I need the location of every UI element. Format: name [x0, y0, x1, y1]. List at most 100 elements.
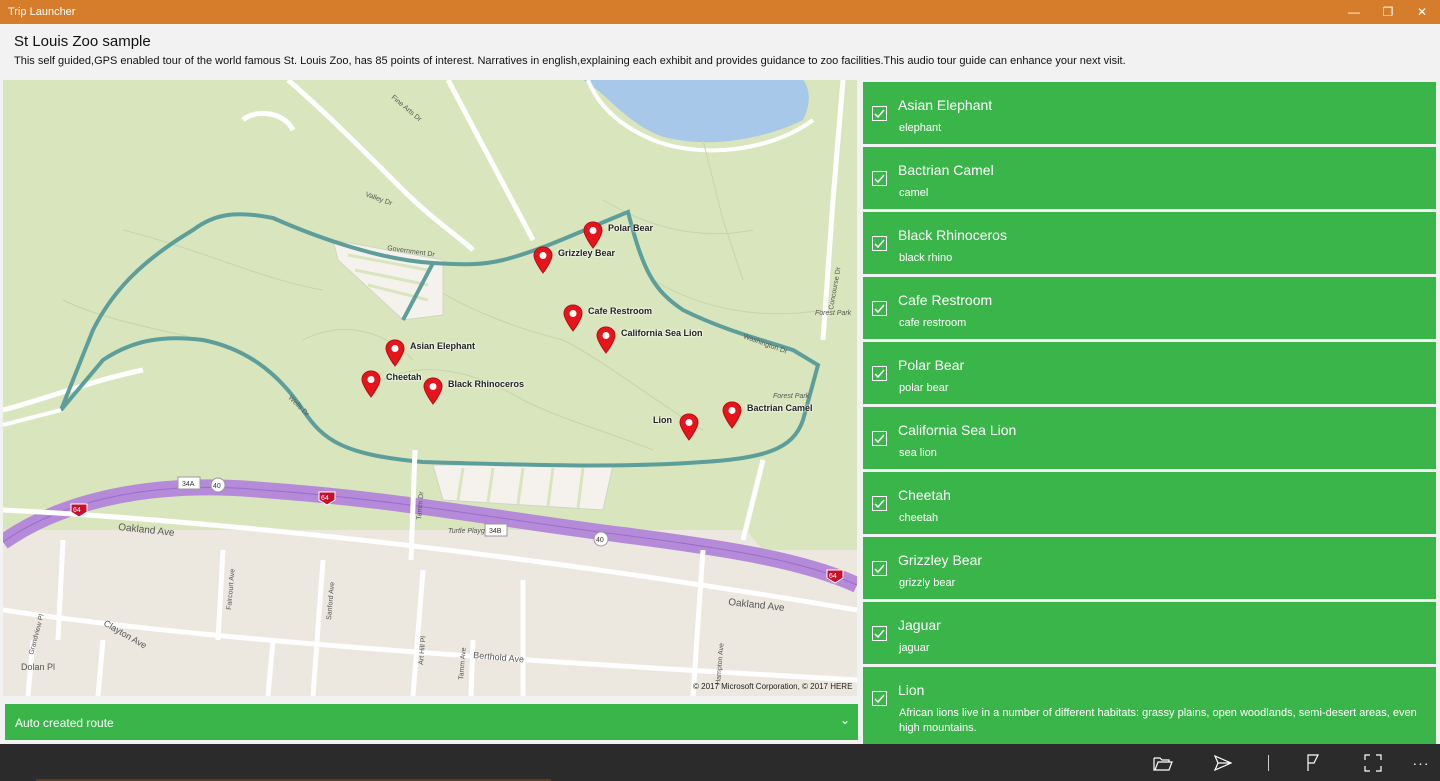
checkmark-icon [874, 499, 885, 509]
list-item[interactable]: Cheetah cheetah [863, 472, 1436, 534]
checkbox[interactable] [872, 691, 887, 706]
svg-text:64: 64 [829, 573, 837, 580]
item-title: California Sea Lion [898, 422, 1017, 438]
svg-text:34A: 34A [182, 481, 195, 488]
list-item[interactable]: Asian Elephant elephant [863, 82, 1436, 144]
list-item[interactable]: California Sea Lion sea lion [863, 407, 1436, 469]
list-item[interactable]: Polar Bear polar bear [863, 342, 1436, 404]
map-pin[interactable] [722, 401, 742, 429]
checkbox[interactable] [872, 366, 887, 381]
map-pin[interactable] [361, 370, 381, 398]
map-pin-icon [361, 370, 381, 398]
map-pin[interactable] [385, 339, 405, 367]
label-forest-park-1: Forest Park [815, 310, 852, 317]
map-pin-label: California Sea Lion [621, 328, 703, 338]
page-header: St Louis Zoo sample This self guided,GPS… [0, 24, 1440, 80]
item-subtitle: camel [899, 187, 929, 199]
item-subtitle: cheetah [899, 512, 939, 524]
list-item[interactable]: Bactrian Camel camel [863, 147, 1436, 209]
svg-text:40: 40 [213, 483, 221, 490]
map-pin-icon [385, 339, 405, 367]
checkbox[interactable] [872, 171, 887, 186]
fullscreen-button[interactable] [1362, 752, 1384, 774]
item-subtitle: grizzly bear [899, 577, 956, 589]
map-pin-icon [583, 221, 603, 249]
map-view[interactable]: Oakland Ave Oakland Ave Clayton Ave Dola… [3, 80, 857, 696]
item-title: Cheetah [898, 487, 951, 503]
more-icon[interactable]: ··· [1410, 752, 1432, 774]
map-pin-icon [533, 246, 553, 274]
item-title: Asian Elephant [898, 97, 993, 113]
map-pin[interactable] [423, 377, 443, 405]
checkbox[interactable] [872, 236, 887, 251]
open-folder-button[interactable] [1152, 752, 1174, 774]
list-item[interactable]: Cafe Restroom cafe restroom [863, 277, 1436, 339]
item-title: Black Rhinoceros [898, 227, 1007, 243]
item-subtitle: black rhino [899, 252, 953, 264]
checkmark-icon [874, 564, 885, 574]
map-pin[interactable] [679, 413, 699, 441]
checkbox[interactable] [872, 301, 887, 316]
map-pin[interactable] [563, 304, 583, 332]
item-subtitle: sea lion [899, 447, 937, 459]
map-pin-label: Grizzley Bear [558, 248, 616, 258]
map-pin-label: Lion [653, 415, 672, 425]
item-title: Bactrian Camel [898, 162, 994, 178]
poi-list[interactable]: Asian Elephant elephant Bactrian Camel c… [863, 80, 1436, 744]
list-item[interactable]: Lion African lions live in a number of d… [863, 667, 1436, 744]
svg-text:64: 64 [73, 507, 81, 514]
item-subtitle: cafe restroom [899, 317, 967, 329]
checkbox[interactable] [872, 106, 887, 121]
checkmark-icon [874, 304, 885, 314]
item-title: Grizzley Bear [898, 552, 983, 568]
checkbox[interactable] [872, 431, 887, 446]
map-pin-icon [596, 326, 616, 354]
window-title: Trip Launcher [8, 6, 76, 18]
checkmark-icon [874, 629, 885, 639]
svg-text:64: 64 [321, 495, 329, 502]
list-item[interactable]: Black Rhinoceros black rhino [863, 212, 1436, 274]
list-item[interactable]: Grizzley Bear grizzly bear [863, 537, 1436, 599]
checkmark-icon [874, 239, 885, 249]
item-subtitle: polar bear [899, 382, 949, 394]
map-pin-icon [679, 413, 699, 441]
chevron-down-icon: ⌄ [839, 713, 850, 727]
open-folder-icon [1153, 757, 1173, 771]
item-subtitle: jaguar [899, 642, 930, 654]
map-pin-label: Asian Elephant [410, 341, 476, 351]
minimize-button[interactable]: — [1337, 0, 1371, 24]
map-pin-label: Bactrian Camel [747, 403, 813, 413]
checkbox[interactable] [872, 626, 887, 641]
shield-40-east: 40 [593, 531, 609, 547]
checkbox[interactable] [872, 561, 887, 576]
app-bar: ··· [0, 744, 1440, 781]
map-pin[interactable] [596, 326, 616, 354]
flag-button[interactable] [1302, 752, 1324, 774]
map-pin-label: Cheetah [386, 372, 422, 382]
svg-text:40: 40 [596, 537, 604, 544]
page-title: St Louis Zoo sample [14, 33, 151, 50]
list-item[interactable]: Jaguar jaguar [863, 602, 1436, 664]
parking-lot-south [432, 464, 614, 511]
app-bar-separator [1268, 755, 1269, 771]
page-description: This self guided,GPS enabled tour of the… [14, 55, 1126, 67]
map-copyright: © 2017 Microsoft Corporation, © 2017 HER… [693, 682, 853, 691]
item-title: Cafe Restroom [898, 292, 993, 308]
route-dropdown[interactable]: Auto created route ⌄ [5, 704, 858, 740]
label-forest-park-2: Forest Park [773, 393, 810, 400]
map-pin[interactable] [533, 246, 553, 274]
label-tamm-dr: Tamm Dr [416, 491, 426, 521]
map-pin[interactable] [583, 221, 603, 249]
label-dolan-pl: Dolan Pl [21, 662, 55, 672]
checkbox[interactable] [872, 496, 887, 511]
route-dropdown-label: Auto created route [15, 716, 114, 730]
send-icon [1214, 755, 1232, 771]
map-pin-label: Cafe Restroom [588, 306, 653, 316]
shield-40-west: 40 [210, 477, 226, 493]
close-button[interactable]: ✕ [1405, 0, 1439, 24]
send-button[interactable] [1212, 752, 1234, 774]
item-subtitle: elephant [899, 122, 942, 134]
fullscreen-icon [1364, 754, 1382, 772]
maximize-button[interactable]: ❐ [1371, 0, 1405, 24]
item-subtitle: African lions live in a number of differ… [899, 707, 1417, 734]
